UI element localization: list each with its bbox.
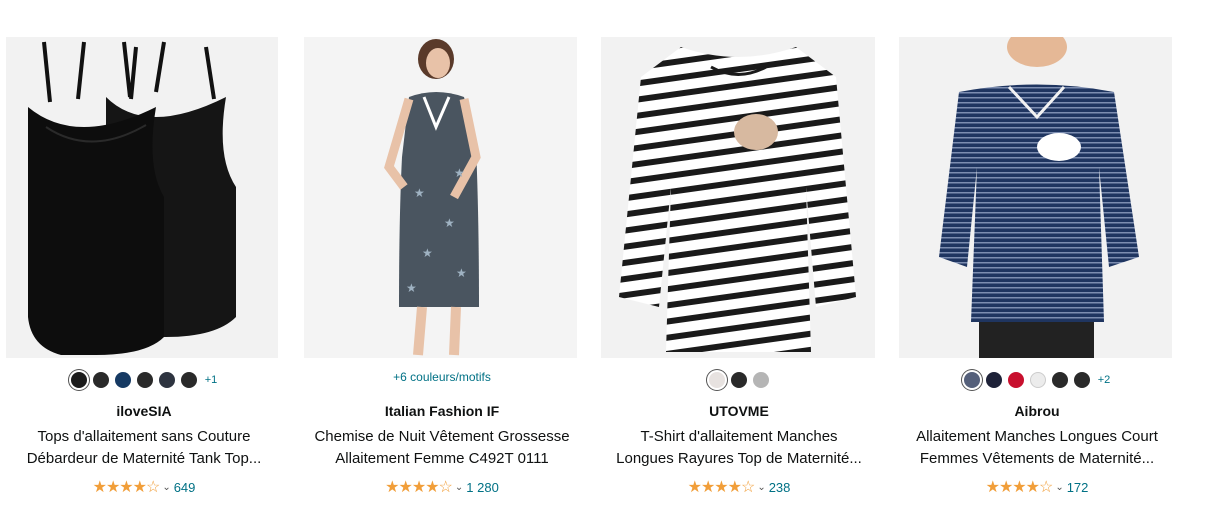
brand-name: Italian Fashion IF (384, 403, 500, 419)
brand-name: iloveSIA (116, 403, 172, 419)
navy-striped-top-image (899, 37, 1172, 358)
product-title-link[interactable]: Tops d'allaitement sans Couture Débardeu… (12, 426, 276, 470)
title-line-1: T-Shirt d'allaitement Manches (640, 428, 838, 445)
title-line-2: Femmes Vêtements de Maternité... (919, 450, 1155, 467)
swatch-3[interactable] (114, 372, 131, 388)
review-count-link[interactable]: 238 (769, 480, 791, 495)
title-line-1: Tops d'allaitement sans Couture (37, 428, 251, 445)
swatch-3[interactable] (753, 372, 769, 388)
star-rating-icon[interactable]: ★★★★☆ (385, 477, 453, 497)
more-colors-link[interactable]: +1 (205, 374, 218, 386)
chevron-down-icon[interactable]: ⌄ (455, 482, 463, 493)
product-card-1[interactable]: +1 iloveSIA Tops d'allaitement sans Cout… (6, 0, 282, 511)
swatch-6[interactable] (180, 372, 197, 388)
review-count-link[interactable]: 172 (1067, 480, 1089, 495)
swatch-1[interactable] (963, 372, 980, 388)
product-card-3[interactable]: UTOVME T-Shirt d'allaitement Manches Lon… (601, 0, 877, 511)
color-swatches: +1 (6, 370, 282, 390)
chevron-down-icon[interactable]: ⌄ (757, 482, 765, 493)
star-rating-icon[interactable]: ★★★★☆ (688, 477, 756, 497)
product-image[interactable] (6, 37, 278, 358)
svg-text:★: ★ (414, 186, 425, 200)
svg-text:★: ★ (422, 246, 433, 260)
swatch-3[interactable] (1007, 372, 1024, 388)
title-line-2: Longues Rayures Top de Maternité... (616, 450, 862, 467)
product-title-link[interactable]: Allaitement Manches Longues Court Femmes… (905, 426, 1169, 470)
swatch-1[interactable] (709, 372, 725, 388)
brand-name: Aibrou (1014, 403, 1060, 419)
swatch-1[interactable] (70, 372, 87, 388)
striped-shirt-image (601, 37, 875, 358)
swatch-6[interactable] (1073, 372, 1090, 388)
review-count-link[interactable]: 649 (174, 480, 196, 495)
product-image[interactable] (899, 37, 1172, 358)
title-line-2: Débardeur de Maternité Tank Top... (26, 450, 262, 467)
chevron-down-icon[interactable]: ⌄ (162, 482, 170, 493)
swatch-2[interactable] (985, 372, 1002, 388)
rating-row: ★★★★☆ ⌄ 172 (899, 477, 1175, 497)
star-rating-icon[interactable]: ★★★★☆ (93, 477, 161, 497)
review-count-link[interactable]: 1 280 (466, 480, 499, 495)
product-title-link[interactable]: T-Shirt d'allaitement Manches Longues Ra… (607, 426, 871, 470)
svg-text:★: ★ (456, 266, 467, 280)
product-image[interactable]: ★ ★ ★ ★ ★ ★ (304, 37, 577, 358)
chevron-down-icon[interactable]: ⌄ (1055, 482, 1063, 493)
swatch-5[interactable] (158, 372, 175, 388)
product-title-link[interactable]: Chemise de Nuit Vêtement Grossesse Allai… (310, 426, 574, 470)
swatch-4[interactable] (1029, 372, 1046, 388)
svg-text:★: ★ (454, 166, 465, 180)
svg-text:★: ★ (444, 216, 455, 230)
swatch-2[interactable] (92, 372, 109, 388)
brand-name: UTOVME (709, 403, 769, 419)
swatch-4[interactable] (136, 372, 153, 388)
product-card-2[interactable]: ★ ★ ★ ★ ★ ★ +6 couleurs/motifs Italian Fash… (304, 0, 580, 511)
tank-top-image (6, 37, 278, 358)
svg-text:★: ★ (406, 281, 417, 295)
swatch-5[interactable] (1051, 372, 1068, 388)
title-line-1: Chemise de Nuit Vêtement Grossesse (314, 428, 570, 445)
title-line-1: Allaitement Manches Longues Court (916, 428, 1158, 445)
rating-row: ★★★★☆ ⌄ 238 (601, 477, 877, 497)
product-image[interactable] (601, 37, 875, 358)
swatch-2[interactable] (731, 372, 747, 388)
product-card-4[interactable]: +2 Aibrou Allaitement Manches Longues Co… (899, 0, 1175, 511)
more-colors-link[interactable]: +2 (1098, 374, 1111, 386)
color-swatches (601, 370, 877, 390)
rating-row: ★★★★☆ ⌄ 649 (6, 477, 282, 497)
more-colors-link[interactable]: +6 couleurs/motifs (304, 370, 580, 384)
nightgown-model-image: ★ ★ ★ ★ ★ ★ (304, 37, 577, 358)
rating-row: ★★★★☆ ⌄ 1 280 (304, 477, 580, 497)
star-rating-icon[interactable]: ★★★★☆ (986, 477, 1054, 497)
color-swatches: +2 (899, 370, 1175, 390)
title-line-2: Allaitement Femme C492T 0111 (335, 450, 549, 467)
